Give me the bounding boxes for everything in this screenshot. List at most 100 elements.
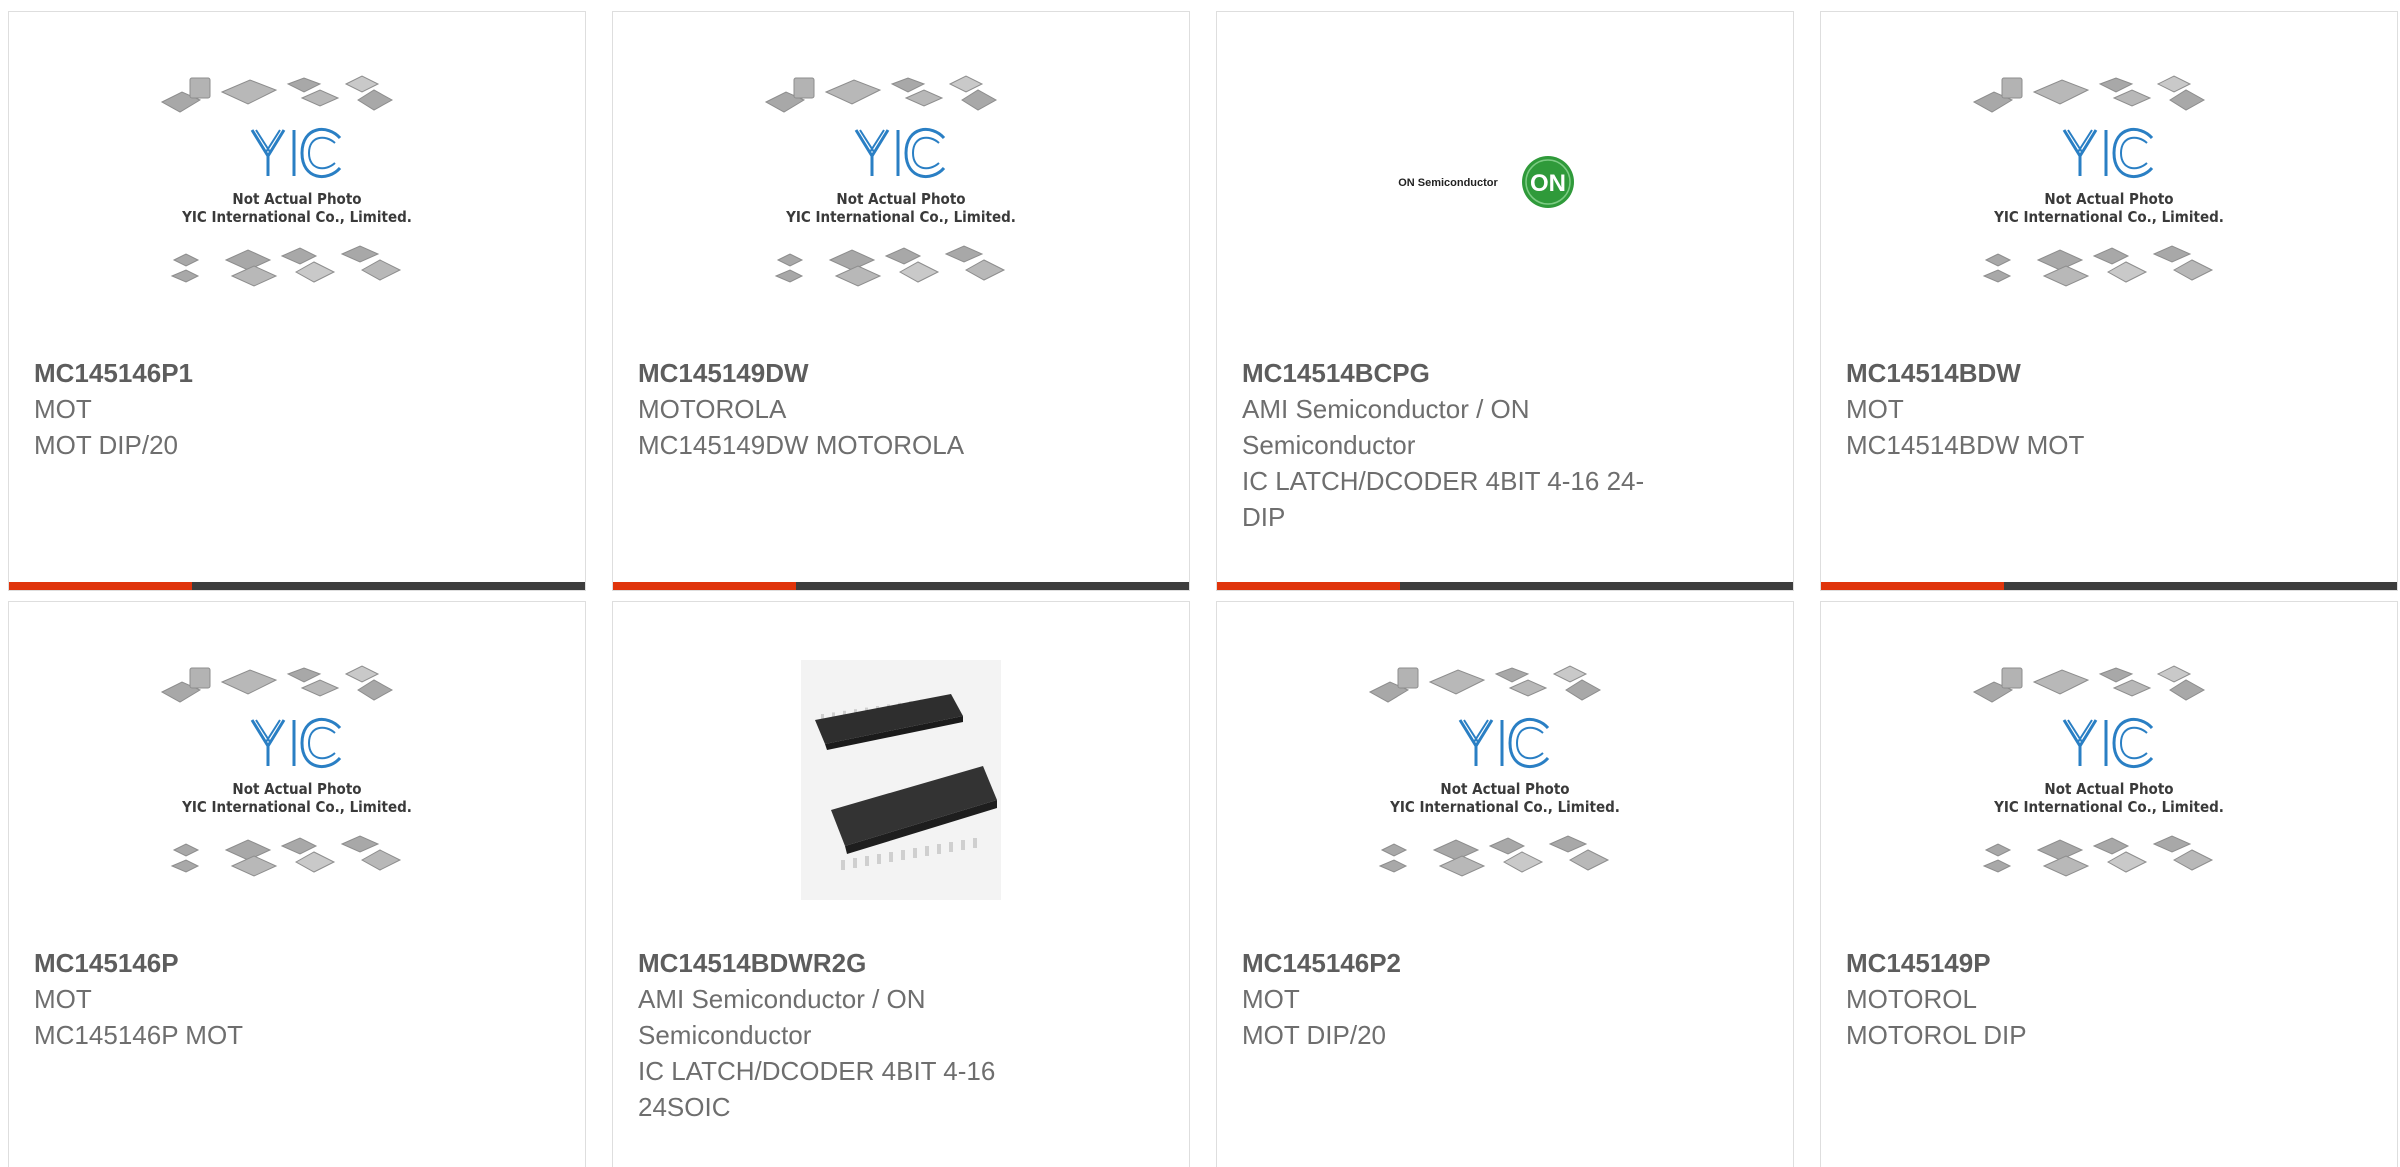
chip-icon — [189, 667, 211, 689]
chip-icon — [828, 249, 876, 271]
yic-placeholder-image: Not Actual Photo YIC International Co., … — [160, 665, 412, 877]
yic-placeholder-image: Not Actual Photo YIC International Co., … — [764, 75, 1016, 287]
yic-logo — [2062, 128, 2154, 178]
chip-icon — [2036, 249, 2084, 271]
svg-text:ON: ON — [1530, 170, 1566, 197]
chip-icon — [1378, 859, 1408, 873]
product-image[interactable]: Not Actual Photo YIC International Co., … — [1821, 654, 2397, 906]
product-card[interactable]: Not Actual Photo YIC International Co., … — [1820, 601, 2398, 1167]
chip-icon — [1568, 849, 1610, 871]
chip-icon — [1438, 855, 1486, 877]
product-card[interactable]: Not Actual Photo YIC International Co., … — [8, 11, 586, 591]
placeholder-line2: YIC International Co., Limited. — [181, 798, 412, 816]
part-number[interactable]: MC14514BDW — [1846, 355, 2257, 391]
chip-icon — [2156, 75, 2192, 93]
chip-icon — [220, 669, 278, 695]
description: MC145149DW MOTOROLA — [638, 430, 965, 460]
svg-text:YIC International Co., Limited: YIC International Co., Limited. — [1993, 208, 2224, 226]
manufacturer: AMI Semiconductor / ON Semiconductor — [1242, 394, 1530, 460]
part-number[interactable]: MC145146P2 — [1242, 945, 1653, 981]
product-card[interactable]: Not Actual Photo YIC International Co., … — [8, 601, 586, 1167]
chip-icon — [360, 259, 402, 281]
product-card[interactable]: Not Actual Photo YIC International Co., … — [612, 11, 1190, 591]
on-semiconductor-logo: ON Semiconductor ON — [1398, 156, 1574, 208]
chip-icon — [2106, 851, 2148, 873]
product-image[interactable]: Not Actual Photo YIC International Co., … — [1821, 64, 2397, 316]
yic-placeholder-image: Not Actual Photo YIC International Co., … — [1368, 665, 1620, 877]
placeholder-line1: Not Actual Photo — [232, 780, 361, 798]
chip-icon — [2098, 667, 2134, 683]
part-number[interactable]: MC145149DW — [638, 355, 1049, 391]
product-info: MC14514BDWR2G AMI Semiconductor / ON Sem… — [638, 945, 1049, 1125]
part-number[interactable]: MC145146P1 — [34, 355, 445, 391]
svg-text:YIC International Co., Limited: YIC International Co., Limited. — [181, 798, 412, 816]
part-number[interactable]: MC14514BCPG — [1242, 355, 1653, 391]
product-image[interactable]: Not Actual Photo YIC International Co., … — [1217, 654, 1793, 906]
manufacturer: MOT — [1242, 984, 1300, 1014]
chip-icon — [1428, 669, 1486, 695]
yic-logo — [854, 128, 946, 178]
product-info: MC145146P MOT MC145146P MOT — [34, 945, 445, 1053]
product-card[interactable]: ON Semiconductor ON MC14514BCPG AMI Semi… — [1216, 11, 1794, 591]
placeholder-line2: YIC International Co., Limited. — [181, 208, 412, 226]
product-info: MC14514BCPG AMI Semiconductor / ON Semic… — [1242, 355, 1653, 535]
card-accent-bar — [613, 582, 796, 590]
chip-icon — [898, 261, 940, 283]
chip-icon — [340, 835, 380, 853]
placeholder-line1: Not Actual Photo — [1440, 780, 1569, 798]
description: IC LATCH/DCODER 4BIT 4-16 24-DIP — [1242, 466, 1645, 532]
chip-icon — [280, 837, 318, 855]
chip-icon — [2036, 839, 2084, 861]
placeholder-line2: YIC International Co., Limited. — [1993, 208, 2224, 226]
card-accent-bar — [9, 582, 192, 590]
placeholder-line2: YIC International Co., Limited. — [785, 208, 1016, 226]
part-number[interactable]: MC145146P — [34, 945, 445, 981]
part-number[interactable]: MC14514BDWR2G — [638, 945, 1049, 981]
svg-text:YIC International Co., Limited: YIC International Co., Limited. — [181, 208, 412, 226]
product-card[interactable]: Not Actual Photo YIC International Co., … — [1820, 11, 2398, 591]
svg-text:Not Actual Photo: Not Actual Photo — [232, 780, 361, 798]
product-card[interactable]: MC14514BDWR2G AMI Semiconductor / ON Sem… — [612, 601, 1190, 1167]
chip-icon — [2092, 837, 2130, 855]
chip-icon — [230, 265, 278, 287]
product-image[interactable]: Not Actual Photo YIC International Co., … — [9, 64, 585, 316]
product-image[interactable] — [613, 654, 1189, 906]
product-image[interactable]: Not Actual Photo YIC International Co., … — [613, 64, 1189, 316]
chip-icon — [294, 851, 336, 873]
yic-placeholder-image: Not Actual Photo YIC International Co., … — [1972, 75, 2224, 287]
yic-logo — [250, 128, 342, 178]
chip-icon — [344, 665, 380, 683]
chip-icon — [189, 77, 211, 99]
product-card[interactable]: Not Actual Photo YIC International Co., … — [1216, 601, 1794, 1167]
chip-icon — [961, 89, 998, 111]
manufacturer: MOTOROLA — [638, 394, 787, 424]
chip-icon — [2172, 259, 2214, 281]
chip-icon — [357, 89, 394, 111]
chip-icon — [2152, 245, 2192, 263]
chip-icon — [360, 849, 402, 871]
chip-icon — [230, 855, 278, 877]
manufacturer: MOT — [1846, 394, 1904, 424]
manufacturer: AMI Semiconductor / ON Semiconductor — [638, 984, 926, 1050]
chip-icon — [2092, 247, 2130, 265]
chip-icon — [286, 667, 322, 683]
chip-icon — [944, 245, 984, 263]
card-footer-bar — [1821, 582, 2397, 590]
chip-icon — [2042, 265, 2090, 287]
svg-text:YIC International Co., Limited: YIC International Co., Limited. — [1389, 798, 1620, 816]
chip-icon — [793, 77, 815, 99]
svg-text:YIC International Co., Limited: YIC International Co., Limited. — [785, 208, 1016, 226]
chip-icon — [170, 269, 200, 283]
soic-chip-photo — [801, 660, 1001, 900]
product-image[interactable]: Not Actual Photo YIC International Co., … — [9, 654, 585, 906]
product-image[interactable]: ON Semiconductor ON — [1217, 64, 1793, 316]
description: MC145146P MOT — [34, 1020, 244, 1050]
svg-text:ON Semiconductor: ON Semiconductor — [1398, 177, 1498, 189]
chip-icon — [172, 253, 200, 267]
chip-icon — [904, 89, 944, 107]
part-number[interactable]: MC145149P — [1846, 945, 2257, 981]
chip-icon — [824, 79, 882, 105]
chip-icon — [774, 269, 804, 283]
chip-icon — [357, 679, 394, 701]
description: MOTOROL DIP — [1846, 1020, 2027, 1050]
